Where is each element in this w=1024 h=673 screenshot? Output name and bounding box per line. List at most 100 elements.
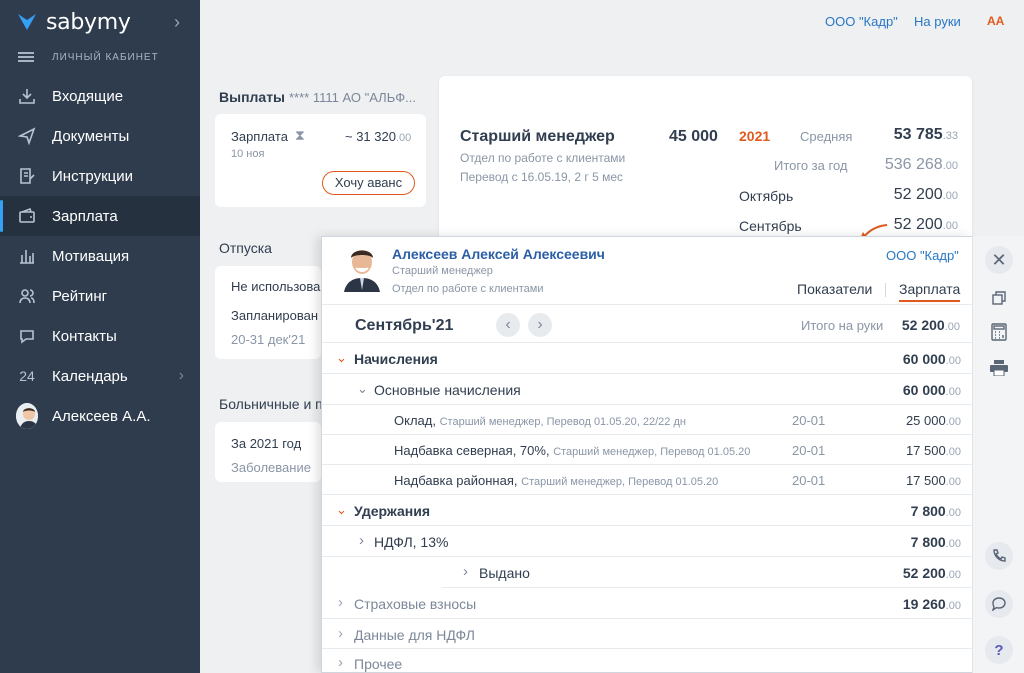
row-salary[interactable]: Оклад, Старший менеджер, Перевод 01.05.2…: [322, 405, 973, 435]
deductions-label: Удержания: [354, 503, 430, 519]
ndfl-data-label: Данные для НДФЛ: [354, 627, 475, 643]
month-sep-label[interactable]: Сентябрь: [739, 218, 802, 234]
chevron-right-icon[interactable]: ›: [359, 532, 364, 549]
salary-amount-dec: .00: [395, 132, 412, 144]
ndfl-num: 7 800: [910, 534, 946, 550]
chevron-right-icon[interactable]: ›: [174, 13, 194, 33]
copy-icon[interactable]: [985, 284, 1013, 312]
chevron-right-icon[interactable]: ›: [338, 594, 343, 611]
north-row-dec: .00: [945, 446, 961, 458]
row-deductions[interactable]: ⌄ Удержания 7 800.00: [322, 495, 973, 526]
next-month-button[interactable]: ›: [528, 313, 552, 337]
chevron-right-icon[interactable]: ›: [463, 563, 468, 580]
month-oct-dec: .00: [942, 190, 958, 202]
chevron-right-icon[interactable]: ›: [338, 654, 343, 671]
net-value: 52 200.00: [902, 317, 960, 333]
sidebar: sabymy › ЛИЧНЫЙ КАБИНЕТ Входящие Докумен…: [0, 0, 200, 673]
row-issued[interactable]: › Выдано 52 200.00: [322, 557, 973, 588]
sidebar-item-label: Зарплата: [52, 207, 118, 225]
regional-row-label: Надбавка районная, Старший менеджер, Пер…: [394, 473, 718, 488]
chevron-down-icon[interactable]: ⌄: [336, 350, 347, 366]
salary-row-detail: Старший менеджер, Перевод 01.05.20, 22/2…: [439, 416, 686, 428]
year-selector[interactable]: 2021: [739, 128, 770, 144]
salary-amount-value: ~ 31 320: [345, 129, 396, 144]
salary-detail-popup: Алексеев Алексей Алексеевич Старший мене…: [321, 236, 973, 673]
deductions-num: 7 800: [910, 503, 946, 519]
main-accruals-dec: .00: [945, 386, 961, 398]
accruals-label: Начисления: [354, 351, 438, 367]
sidebar-item-calendar[interactable]: 24 Календарь ›: [0, 356, 200, 396]
salary-row-code: 20-01: [792, 413, 826, 428]
sidebar-item-label: Входящие: [52, 87, 124, 105]
chat-bubble-icon[interactable]: [985, 590, 1013, 618]
sidebar-item-rating[interactable]: Рейтинг: [0, 276, 200, 316]
row-accruals[interactable]: ⌄ Начисления 60 000.00: [322, 343, 973, 374]
chevron-down-icon[interactable]: ⌄: [336, 502, 347, 518]
chevron-right-icon[interactable]: ›: [179, 367, 184, 385]
month-sep-num: 52 200: [893, 216, 943, 233]
edit-note-icon: [16, 165, 38, 187]
tab-salary[interactable]: Зарплата: [899, 281, 961, 302]
sick-card[interactable]: За 2021 год Заболевание: [215, 422, 321, 482]
sidebar-item-documents[interactable]: Документы: [0, 116, 200, 156]
sidebar-item-motivation[interactable]: Мотивация: [0, 236, 200, 276]
company-link[interactable]: ООО "Кадр": [825, 14, 898, 29]
net-link[interactable]: На руки: [914, 14, 961, 29]
north-row-num: 17 500: [905, 443, 946, 458]
chevron-right-icon[interactable]: ›: [338, 625, 343, 642]
row-ndfl-data[interactable]: › Данные для НДФЛ: [322, 619, 973, 649]
prev-month-button[interactable]: ‹: [496, 313, 520, 337]
sidebar-item-profile[interactable]: Алексеев А.А.: [0, 396, 200, 436]
tab-metrics[interactable]: Показатели: [797, 281, 872, 297]
month-oct-label[interactable]: Октябрь: [739, 188, 793, 204]
cabinet-row[interactable]: ЛИЧНЫЙ КАБИНЕТ: [0, 44, 200, 70]
payments-account[interactable]: **** 1111 АО "АЛЬФ...: [289, 90, 416, 105]
sidebar-item-inbox[interactable]: Входящие: [0, 76, 200, 116]
advance-button[interactable]: Хочу аванс: [322, 171, 415, 195]
calculator-icon[interactable]: [985, 318, 1013, 346]
sidebar-item-contacts[interactable]: Контакты: [0, 316, 200, 356]
employee-name[interactable]: Алексеев Алексей Алексеевич: [392, 246, 605, 262]
insurance-dec: .00: [945, 600, 961, 612]
print-icon[interactable]: [985, 354, 1013, 382]
sidebar-item-label: Мотивация: [52, 247, 130, 265]
logo[interactable]: sabymy: [0, 0, 200, 44]
month-sep-value: 52 200.00: [894, 216, 958, 234]
hourglass-icon: ⧗: [295, 127, 305, 143]
row-ndfl[interactable]: › НДФЛ, 13% 7 800.00: [322, 526, 973, 557]
header-divider: [322, 304, 973, 305]
vacations-card[interactable]: Не использова Запланирован 20-31 дек'21: [215, 266, 321, 359]
chevron-down-icon[interactable]: ⌄: [357, 381, 368, 397]
row-regional[interactable]: Надбавка районная, Старший менеджер, Пер…: [322, 465, 973, 495]
employee-company[interactable]: ООО "Кадр": [886, 248, 959, 263]
insurance-label: Страховые взносы: [354, 596, 477, 612]
total-value-num: 536 268: [884, 156, 943, 173]
north-row-code: 20-01: [792, 443, 826, 458]
north-row-detail: Старший менеджер, Перевод 01.05.20: [553, 446, 751, 458]
font-size-toggle[interactable]: AA: [987, 14, 1004, 28]
net-value-dec: .00: [944, 321, 960, 333]
row-main-accruals[interactable]: ⌄ Основные начисления 60 000.00: [322, 374, 973, 405]
month-oct-value: 52 200.00: [894, 186, 958, 204]
calendar-icon: 24: [19, 368, 35, 384]
payments-title: Выплаты: [219, 89, 286, 105]
menu-icon[interactable]: [18, 52, 34, 62]
sidebar-item-instructions[interactable]: Инструкции: [0, 156, 200, 196]
inbox-icon: [16, 85, 38, 107]
popup-toolbar: ✕ ?: [972, 236, 1024, 673]
phone-icon[interactable]: [985, 542, 1013, 570]
main-accruals-value: 60 000.00: [903, 382, 961, 398]
row-insurance[interactable]: › Страховые взносы 19 260.00: [322, 588, 973, 619]
close-icon[interactable]: ✕: [985, 246, 1013, 274]
sidebar-item-label: Алексеев А.А.: [52, 407, 151, 425]
sidebar-item-label: Календарь: [52, 367, 128, 385]
sabymy-logo-icon: [14, 9, 40, 35]
ndfl-dec: .00: [945, 538, 961, 550]
help-icon[interactable]: ?: [985, 636, 1013, 664]
salary-row-dec: .00: [945, 416, 961, 428]
position-department: Отдел по работе с клиентами: [460, 151, 626, 165]
sidebar-item-salary[interactable]: Зарплата: [0, 196, 200, 236]
row-north[interactable]: Надбавка северная, 70%, Старший менеджер…: [322, 435, 973, 465]
row-other[interactable]: › Прочее: [322, 649, 973, 673]
employee-department: Отдел по работе с клиентами: [392, 283, 544, 295]
